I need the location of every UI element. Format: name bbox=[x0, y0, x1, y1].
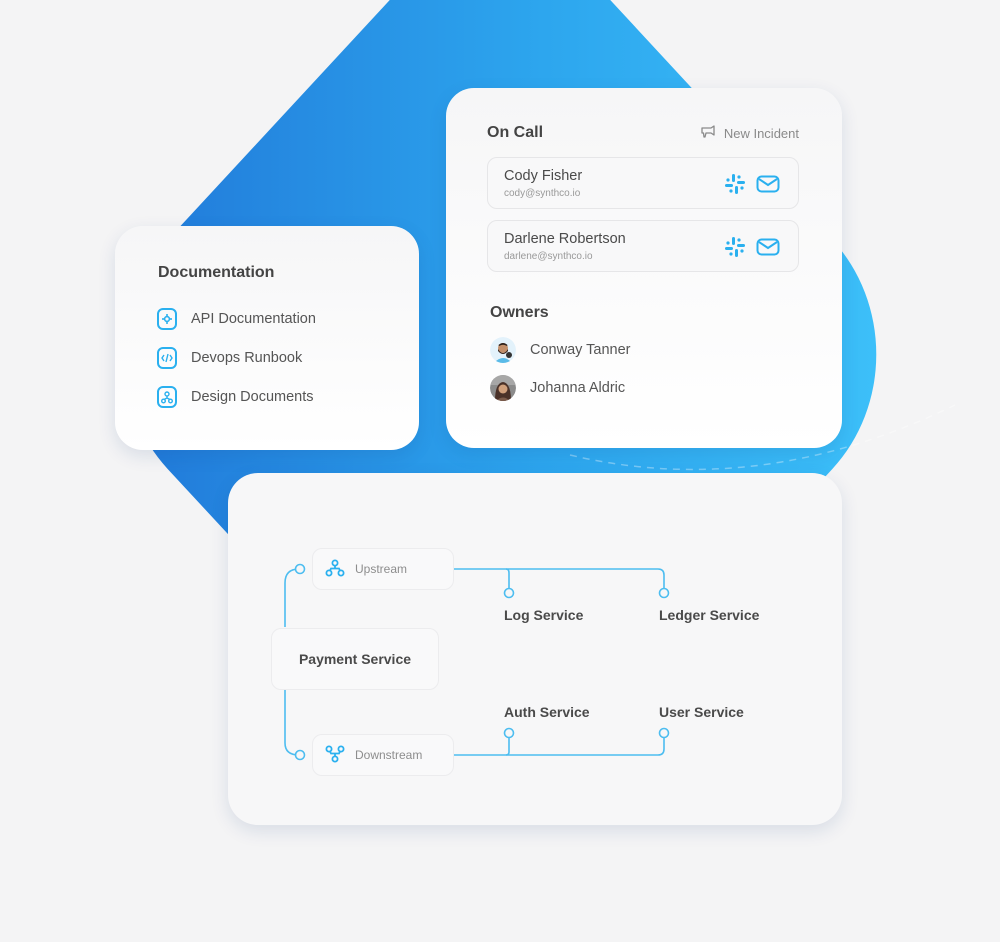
connector-downstream-left bbox=[284, 689, 300, 756]
on-call-person: Cody Fisher cody@synthco.io bbox=[487, 157, 799, 209]
new-incident-button[interactable]: New Incident bbox=[700, 125, 799, 142]
slack-icon[interactable] bbox=[724, 173, 746, 200]
upstream-label: Upstream bbox=[355, 562, 408, 576]
upstream-icon bbox=[325, 559, 345, 580]
dependency-graph-card: Upstream Downstream Payment Service Log … bbox=[228, 473, 842, 825]
avatar bbox=[490, 337, 516, 363]
person-email: darlene@synthco.io bbox=[504, 251, 593, 262]
doc-item-devops-runbook[interactable]: Devops Runbook bbox=[157, 347, 302, 369]
connector-downstream-main bbox=[454, 737, 665, 756]
owner-item[interactable]: Johanna Aldric bbox=[490, 375, 625, 401]
documentation-card: Documentation API Documentation Devops R… bbox=[115, 226, 419, 450]
connector-auth bbox=[505, 737, 510, 756]
person-email: cody@synthco.io bbox=[504, 188, 581, 199]
mail-icon[interactable] bbox=[756, 238, 780, 261]
doc-item-label: Devops Runbook bbox=[191, 350, 303, 366]
mail-icon[interactable] bbox=[756, 175, 780, 198]
on-call-person: Darlene Robertson darlene@synthco.io bbox=[487, 220, 799, 272]
doc-item-label: Design Documents bbox=[191, 389, 314, 405]
port-auth-service bbox=[503, 727, 515, 739]
downstream-label: Downstream bbox=[355, 748, 423, 762]
diagram-icon bbox=[157, 386, 177, 408]
gear-icon bbox=[157, 308, 177, 330]
owner-item[interactable]: Conway Tanner bbox=[490, 337, 631, 363]
connector-upstream-main bbox=[454, 568, 665, 589]
doc-item-design-documents[interactable]: Design Documents bbox=[157, 386, 314, 408]
port-user-service bbox=[658, 727, 670, 739]
owners-title: Owners bbox=[490, 304, 549, 321]
payment-service-label: Payment Service bbox=[298, 651, 412, 667]
code-icon bbox=[157, 347, 177, 369]
port-log-service bbox=[503, 587, 515, 599]
payment-service-node[interactable]: Payment Service bbox=[271, 628, 439, 690]
megaphone-icon bbox=[700, 125, 716, 142]
doc-item-api-documentation[interactable]: API Documentation bbox=[157, 308, 316, 330]
doc-item-label: API Documentation bbox=[191, 311, 316, 327]
downstream-icon bbox=[325, 745, 345, 766]
port-upstream bbox=[294, 563, 306, 575]
service-log[interactable]: Log Service bbox=[504, 607, 583, 623]
on-call-card: On Call New Incident Cody Fisher cody@sy… bbox=[446, 88, 842, 448]
avatar bbox=[490, 375, 516, 401]
on-call-title: On Call bbox=[487, 124, 544, 141]
owner-name: Conway Tanner bbox=[530, 342, 631, 358]
port-ledger-service bbox=[658, 587, 670, 599]
person-name: Darlene Robertson bbox=[504, 231, 626, 247]
slack-icon[interactable] bbox=[724, 236, 746, 263]
person-name: Cody Fisher bbox=[504, 168, 583, 184]
service-auth[interactable]: Auth Service bbox=[504, 704, 590, 720]
upstream-node[interactable]: Upstream bbox=[312, 548, 454, 590]
service-ledger[interactable]: Ledger Service bbox=[659, 607, 759, 623]
port-downstream bbox=[294, 749, 306, 761]
service-user[interactable]: User Service bbox=[659, 704, 744, 720]
owner-name: Johanna Aldric bbox=[530, 380, 626, 396]
documentation-title: Documentation bbox=[158, 264, 275, 281]
new-incident-label: New Incident bbox=[723, 126, 799, 141]
connector-upstream-left bbox=[284, 568, 300, 627]
connector-log bbox=[505, 568, 510, 589]
downstream-node[interactable]: Downstream bbox=[312, 734, 454, 776]
